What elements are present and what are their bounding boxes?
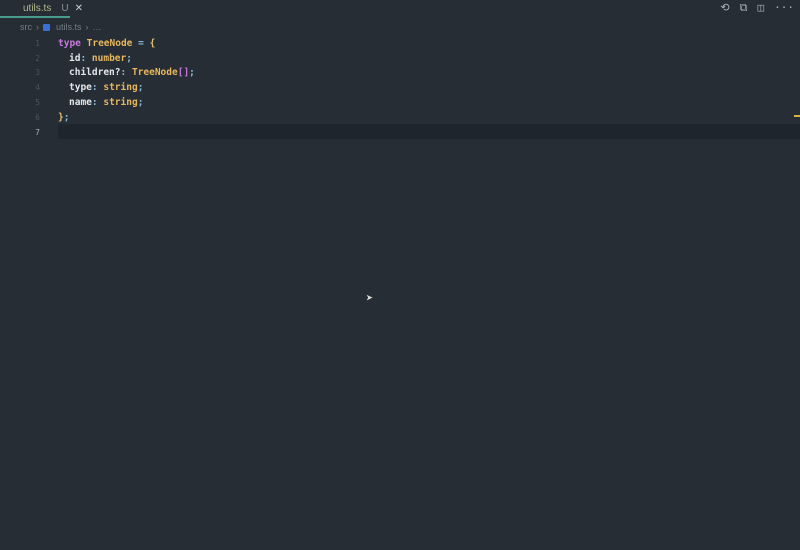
- type: string: [103, 82, 138, 94]
- property: id: [69, 52, 81, 64]
- editor-actions: ⟲ ⧉ ◫ ···: [720, 1, 794, 15]
- property: type: [69, 82, 92, 94]
- line-number: 5: [35, 98, 40, 108]
- code-line: 2 id: number;: [0, 51, 800, 66]
- brackets: []: [177, 67, 190, 79]
- type-name: TreeNode: [86, 37, 133, 49]
- line-number: 1: [35, 38, 40, 48]
- semicolon: ;: [189, 67, 195, 79]
- line-number: 4: [35, 83, 40, 93]
- tab-utils-ts[interactable]: utils.ts U ✕: [0, 0, 83, 18]
- line-number: 6: [35, 112, 40, 122]
- chevron-right-icon: ›: [85, 22, 89, 32]
- mouse-pointer-icon: ➤: [366, 291, 374, 305]
- colon: :: [91, 82, 98, 94]
- colon: :: [80, 52, 87, 64]
- type: string: [103, 97, 138, 109]
- property: children?: [69, 67, 121, 79]
- breadcrumb: src › utils.ts › …: [0, 18, 800, 36]
- line-number: 2: [35, 53, 40, 63]
- brace: {: [149, 37, 156, 49]
- colon: :: [91, 97, 98, 109]
- keyword: type: [58, 37, 81, 49]
- code-line: 7: [0, 125, 800, 140]
- type: number: [91, 52, 127, 64]
- timeline-icon[interactable]: ⟲: [720, 1, 729, 15]
- tab-bar: utils.ts U ✕ ⟲ ⧉ ◫ ···: [0, 0, 800, 18]
- code-line: 5 name: string;: [0, 95, 800, 110]
- code-line: 6};: [0, 110, 800, 125]
- code-line: 1 type TreeNode = {: [0, 36, 800, 51]
- breadcrumb-symbols[interactable]: …: [93, 22, 102, 32]
- operator: =: [138, 37, 144, 49]
- property: name: [69, 97, 92, 109]
- untracked-badge: U: [61, 2, 69, 14]
- typescript-file-icon: [43, 23, 50, 31]
- more-actions-icon[interactable]: ···: [774, 1, 794, 15]
- overview-ruler-marker: [794, 115, 800, 117]
- line-number: 7: [35, 127, 40, 137]
- chevron-right-icon: ›: [36, 22, 39, 32]
- compare-changes-icon[interactable]: ⧉: [740, 1, 748, 15]
- breadcrumb-file[interactable]: utils.ts: [56, 22, 82, 32]
- line-number: 3: [35, 68, 40, 78]
- split-editor-icon[interactable]: ◫: [758, 1, 765, 15]
- breadcrumb-folder[interactable]: src: [20, 22, 32, 32]
- code-editor[interactable]: 1 type TreeNode = { 2 id: number; 3 childre…: [0, 36, 800, 140]
- colon: :: [120, 67, 127, 79]
- code-line: 4 type: string;: [0, 80, 800, 95]
- type: TreeNode: [131, 67, 178, 79]
- semicolon: ;: [137, 97, 144, 109]
- close-icon[interactable]: ✕: [75, 3, 83, 14]
- tab-label: utils.ts: [23, 2, 52, 14]
- code-line: 3 children?: TreeNode[];: [0, 66, 800, 81]
- semicolon: ;: [126, 52, 132, 64]
- semicolon: ;: [137, 82, 144, 94]
- semicolon: ;: [63, 111, 70, 123]
